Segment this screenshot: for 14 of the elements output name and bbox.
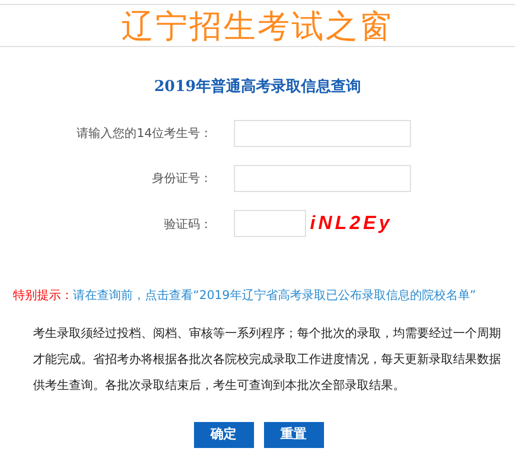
info-paragraph: 考生录取须经过投档、阅档、审核等一系列程序；每个批次的录取，均需要经过一个周期才能完成。省招考办将根据各批次各院校完成录取工作进度情况，每天更新录取结果数据供考生查询。各批次录取结束后，考生可查询到本批次全部录取结果。 — [33, 325, 502, 394]
field-label: 请输入您的14位考生号： — [76, 125, 212, 142]
notice-link[interactable]: 请在查询前，点击查看“2019年辽宁省高考录取已公布录取信息的院校名单” — [73, 286, 476, 304]
page-heading: 2019年普通高考录取信息查询 — [154, 76, 361, 97]
reset-button[interactable]: 重置 — [264, 422, 324, 448]
captcha-field[interactable] — [234, 210, 306, 238]
field-label: 身份证号： — [152, 170, 212, 187]
captcha-code: iNL2Ey — [310, 212, 392, 236]
notice-label: 特别提示： — [13, 287, 73, 304]
site-title: 辽宁招生考试之窗 — [122, 10, 394, 42]
field-label: 验证码： — [164, 216, 212, 233]
input-field[interactable] — [234, 120, 411, 146]
input-field[interactable] — [234, 164, 411, 192]
confirm-button[interactable]: 确定 — [194, 422, 254, 448]
